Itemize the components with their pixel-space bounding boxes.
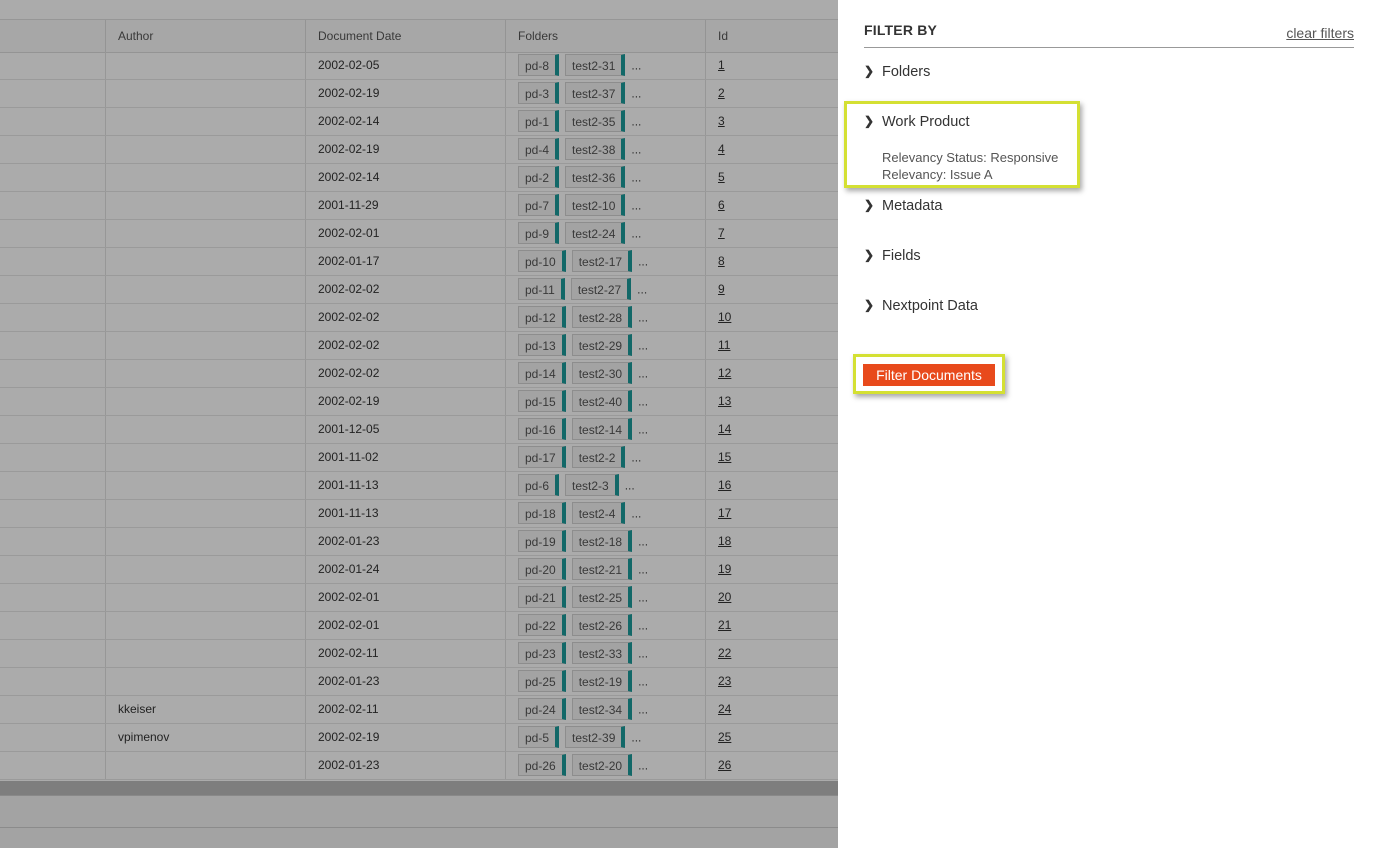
- chevron-right-icon: ❯: [864, 198, 875, 212]
- filter-section-fields[interactable]: ❯ Fields: [864, 248, 921, 264]
- section-label: Folders: [882, 64, 931, 80]
- filter-section-nextpoint-data[interactable]: ❯ Nextpoint Data: [864, 298, 978, 314]
- filter-section-folders[interactable]: ❯ Folders: [864, 64, 930, 80]
- section-label: Work Product: [882, 114, 970, 130]
- selected-filter: Relevancy: Issue A: [882, 167, 993, 182]
- filter-section-metadata[interactable]: ❯ Metadata: [864, 198, 942, 214]
- chevron-right-icon: ❯: [864, 64, 875, 78]
- section-label: Fields: [882, 248, 921, 264]
- document-table: Author Document Date Folders Id 2002-02-…: [0, 0, 838, 848]
- filter-section-work-product[interactable]: ❯ Work Product: [864, 114, 970, 130]
- chevron-right-icon: ❯: [864, 248, 875, 262]
- filter-panel-title: FILTER BY: [864, 22, 938, 38]
- divider: [864, 47, 1354, 48]
- filter-panel: FILTER BY clear filters ❯ Folders ❯ Work P…: [838, 0, 1374, 848]
- section-label: Metadata: [882, 198, 943, 214]
- highlight-box: Filter Documents: [853, 354, 1005, 394]
- chevron-right-icon: ❯: [864, 114, 875, 128]
- selected-filter: Relevancy Status: Responsive: [882, 150, 1059, 165]
- chevron-right-icon: ❯: [864, 298, 875, 312]
- modal-overlay[interactable]: [0, 0, 838, 848]
- filter-documents-button[interactable]: Filter Documents: [863, 364, 995, 386]
- clear-filters-link[interactable]: clear filters: [1286, 25, 1354, 41]
- section-label: Nextpoint Data: [882, 298, 978, 314]
